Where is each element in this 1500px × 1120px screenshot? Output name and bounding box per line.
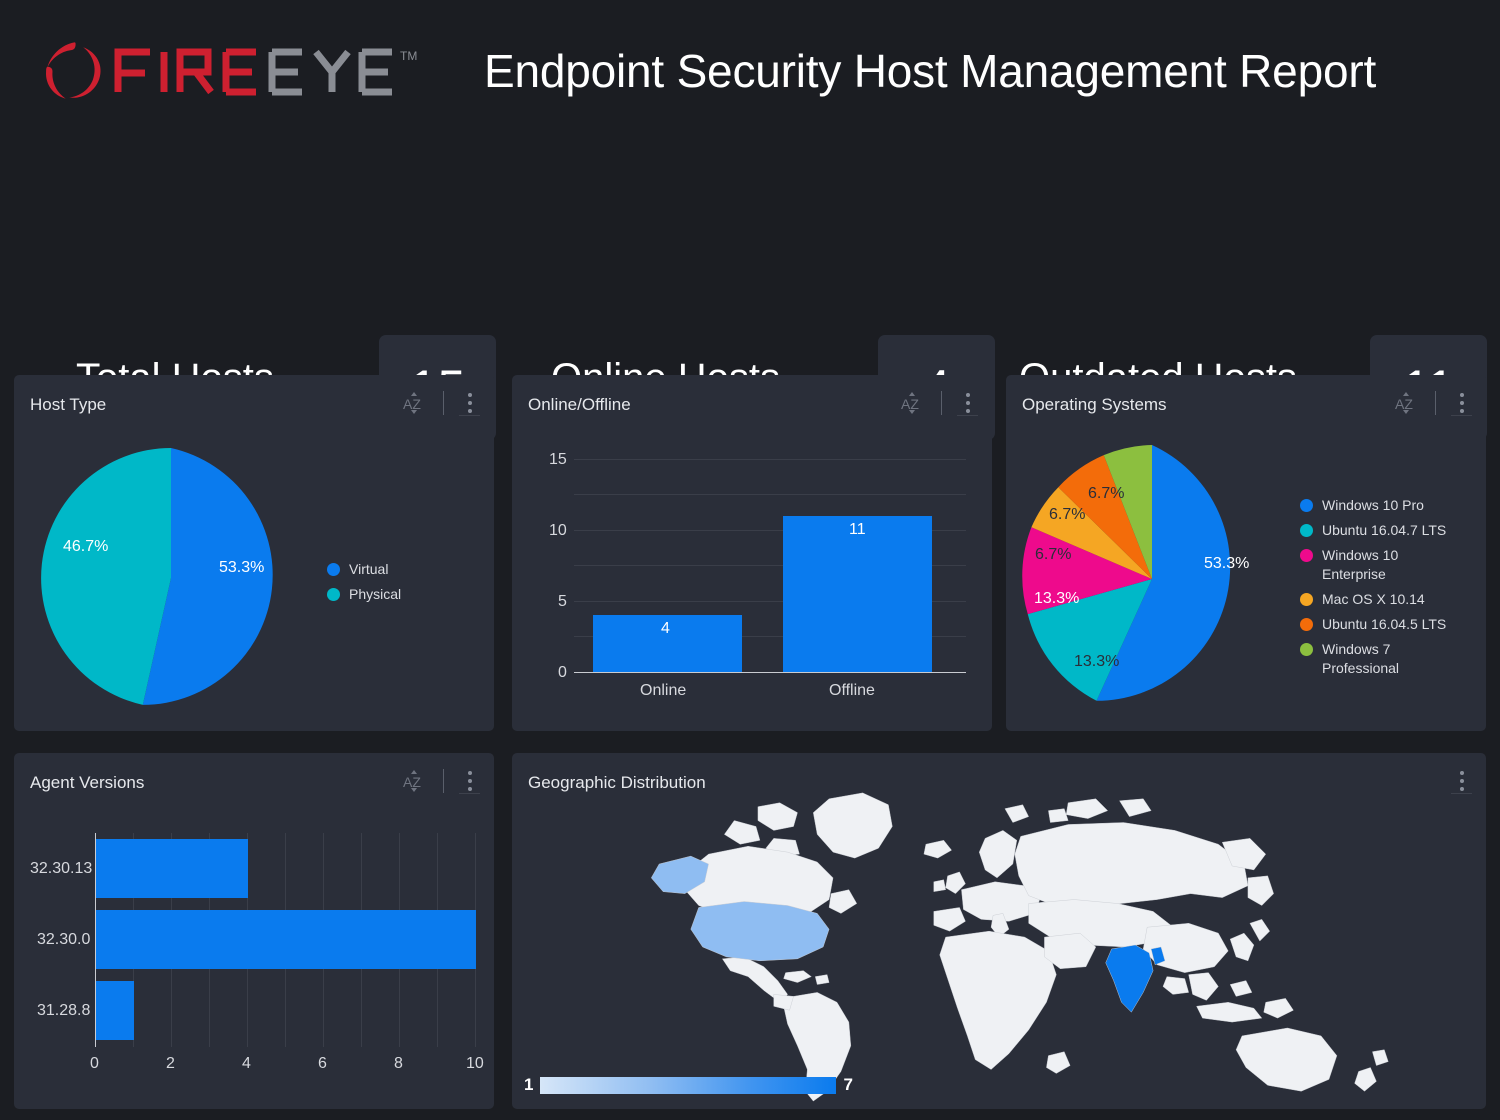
bar-32-30-13[interactable] (96, 839, 248, 898)
legend-swatch-windows-10-pro (1300, 499, 1313, 512)
legend-swatch-windows-10-enterprise (1300, 549, 1313, 562)
legend-item[interactable]: Windows 7 Professional (1300, 640, 1452, 678)
legend-item[interactable]: Ubuntu 16.04.7 LTS (1300, 521, 1452, 540)
legend-swatch-ubuntu-16047 (1300, 524, 1313, 537)
tools-divider (1435, 391, 1436, 415)
kebab-underline (1451, 415, 1472, 416)
x-tick-label: 8 (394, 1055, 403, 1073)
fireeye-wordmark-svg: TM (112, 42, 422, 98)
legend-host-type: Virtual Physical (327, 560, 401, 610)
pie-label-windows-7: 6.7% (1088, 485, 1124, 503)
dashboard-page: TM Endpoint Security Host Management Rep… (0, 0, 1500, 1120)
y-tick-label: 0 (558, 664, 567, 682)
legend-label-ubuntu-16047: Ubuntu 16.04.7 LTS (1322, 521, 1446, 540)
bar-32-30-0[interactable] (96, 910, 476, 969)
legend-label-ubuntu-16045: Ubuntu 16.04.5 LTS (1322, 615, 1446, 634)
map-legend-min: 1 (524, 1075, 533, 1095)
legend-swatch-physical (327, 588, 340, 601)
legend-label-virtual: Virtual (349, 560, 388, 579)
panel-tools-host-type: AZ (401, 391, 480, 415)
pie-label-windows-10-pro: 53.3% (1204, 555, 1249, 573)
map-legend-gradient (540, 1077, 836, 1094)
legend-label-physical: Physical (349, 585, 401, 604)
pie-label-ubuntu-16045: 6.7% (1049, 506, 1085, 524)
legend-swatch-virtual (327, 563, 340, 576)
legend-swatch-ubuntu-16045 (1300, 618, 1313, 631)
gridline (574, 494, 966, 495)
y-tick-label: 10 (549, 522, 567, 540)
map-legend-max: 7 (843, 1075, 852, 1095)
legend-item[interactable]: Mac OS X 10.14 (1300, 590, 1452, 609)
y-category-label-31-28-8: 31.28.8 (37, 1002, 90, 1020)
bar-value-online: 4 (661, 620, 670, 638)
legend-item[interactable]: Windows 10 Enterprise (1300, 546, 1452, 584)
legend-label-mac-os-x: Mac OS X 10.14 (1322, 590, 1425, 609)
panel-tools-operating-systems: AZ (1393, 391, 1472, 415)
sort-az-icon[interactable]: AZ (1393, 391, 1419, 415)
fireeye-logo: TM (42, 36, 422, 104)
pie-svg-host-type (41, 448, 301, 708)
legend-operating-systems: Windows 10 Pro Ubuntu 16.04.7 LTS Window… (1300, 496, 1452, 684)
world-map[interactable] (512, 783, 1486, 1109)
y-tick-label: 15 (549, 451, 567, 469)
pie-label-mac-os-x: 6.7% (1035, 546, 1071, 564)
y-tick-label: 5 (558, 593, 567, 611)
svg-text:AZ: AZ (403, 396, 421, 412)
page-title: Endpoint Security Host Management Report (484, 44, 1376, 98)
x-tick-label: 6 (318, 1055, 327, 1073)
x-tick-label-online: Online (640, 682, 686, 700)
pie-label-windows-10-enterprise: 13.3% (1034, 590, 1079, 608)
x-tick-label: 2 (166, 1055, 175, 1073)
x-tick-label-offline: Offline (829, 682, 875, 700)
pie-label-ubuntu-16047: 13.3% (1074, 653, 1119, 671)
bar-offline[interactable] (783, 516, 932, 672)
tools-divider (443, 391, 444, 415)
y-category-label-32-30-13: 32.30.13 (30, 860, 92, 878)
fireeye-wordmark: TM (112, 42, 422, 98)
pie-svg-operating-systems (1018, 445, 1286, 713)
map-region-india[interactable] (1106, 945, 1153, 1012)
legend-label-windows-10-pro: Windows 10 Pro (1322, 496, 1424, 515)
pie-chart-host-type: 53.3% 46.7% (41, 448, 301, 708)
bar-31-28-8[interactable] (96, 981, 134, 1040)
panel-agent-versions: Agent Versions AZ (14, 753, 494, 1109)
y-category-label-32-30-0: 32.30.0 (37, 931, 90, 949)
trademark-symbol: TM (400, 49, 417, 63)
legend-item[interactable]: Windows 10 Pro (1300, 496, 1452, 515)
legend-label-windows-7: Windows 7 Professional (1322, 640, 1452, 678)
world-map-svg (512, 783, 1486, 1109)
bar-chart-agent-versions: 32.30.13 32.30.0 31.28.8 0 2 4 6 8 10 (14, 753, 494, 1109)
x-tick-label: 0 (90, 1055, 99, 1073)
pie-label-virtual: 53.3% (219, 559, 264, 577)
x-tick-label: 4 (242, 1055, 251, 1073)
bar-chart-online-offline: 15 10 5 0 4 11 Online Offline (512, 375, 992, 731)
panel-geographic-distribution: Geographic Distribution (512, 753, 1486, 1109)
pie-label-physical: 46.7% (63, 538, 108, 556)
x-tick-label: 10 (466, 1055, 484, 1073)
panel-operating-systems: Operating Systems AZ 53.3% 13.3% 1 (1006, 375, 1486, 731)
sort-az-icon[interactable]: AZ (401, 391, 427, 415)
gridline (574, 459, 966, 460)
legend-item[interactable]: Virtual (327, 560, 401, 579)
pie-chart-operating-systems: 53.3% 13.3% 13.3% 6.7% 6.7% 6.7% (1018, 445, 1286, 713)
fireeye-mark-icon (42, 39, 104, 101)
kebab-menu-icon[interactable] (460, 391, 480, 415)
x-axis-line (574, 672, 966, 673)
map-legend: 1 7 (524, 1075, 853, 1095)
legend-label-windows-10-enterprise: Windows 10 Enterprise (1322, 546, 1452, 584)
panel-title-operating-systems: Operating Systems (1022, 395, 1167, 415)
panel-online-offline: Online/Offline AZ 15 10 5 0 (512, 375, 992, 731)
legend-swatch-windows-7 (1300, 643, 1313, 656)
legend-item[interactable]: Ubuntu 16.04.5 LTS (1300, 615, 1452, 634)
kebab-menu-icon[interactable] (1452, 391, 1472, 415)
panel-host-type: Host Type AZ 53.3% 46.7% Virtual (14, 375, 494, 731)
panel-title-host-type: Host Type (30, 395, 106, 415)
kebab-underline (459, 415, 480, 416)
legend-item[interactable]: Physical (327, 585, 401, 604)
kpi-row: Total Hosts 15 Online Hosts 4 Outdated H… (0, 160, 1500, 290)
bar-value-offline: 11 (849, 521, 866, 539)
legend-swatch-mac-os-x (1300, 593, 1313, 606)
page-header: TM Endpoint Security Host Management Rep… (0, 0, 1500, 140)
svg-text:AZ: AZ (1395, 396, 1413, 412)
